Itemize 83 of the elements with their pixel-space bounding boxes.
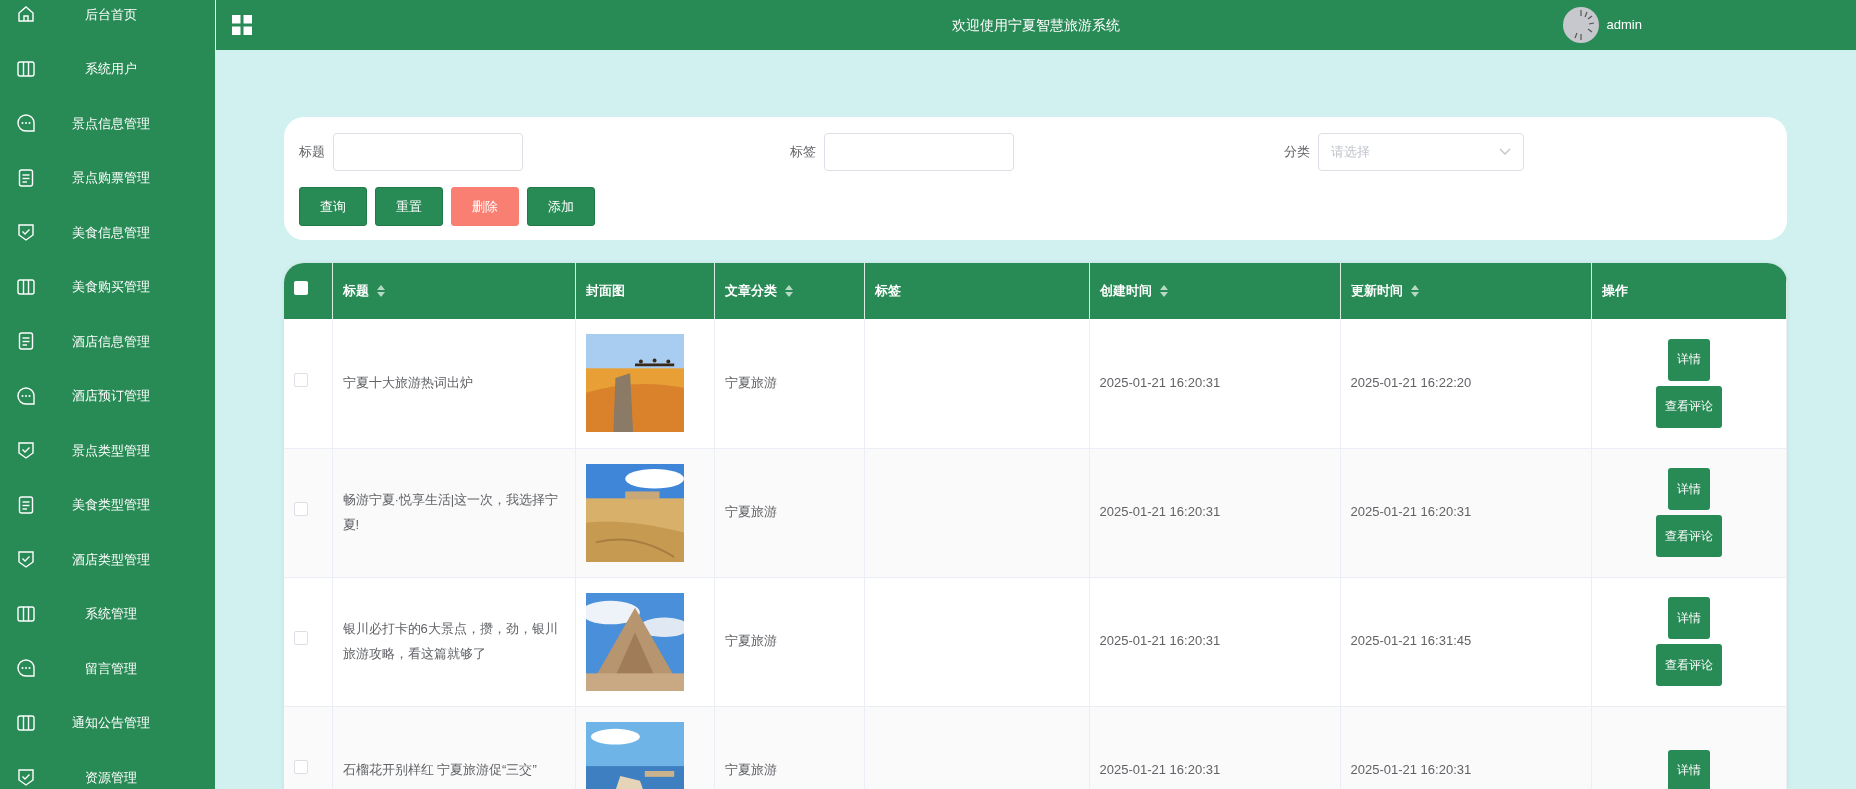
delete-button[interactable]: 删除 <box>451 187 519 226</box>
row-checkbox[interactable] <box>294 372 308 387</box>
field-label: 标题 <box>299 143 325 162</box>
article-title: 银川必打卡的6大景点，攒，劲，银川旅游攻略，看这篇就够了 <box>342 620 558 661</box>
category-text: 宁夏旅游 <box>724 504 777 520</box>
sidebar-item[interactable]: 景点信息管理 <box>0 96 215 151</box>
details-button[interactable]: 详情 <box>1667 597 1710 639</box>
columns-icon <box>16 712 36 733</box>
updated-time: 2025-01-21 16:20:31 <box>1350 762 1472 778</box>
columns-icon <box>16 603 36 624</box>
created-time: 2025-01-21 16:20:31 <box>1099 504 1221 520</box>
sidebar-item[interactable]: 美食类型管理 <box>0 477 215 532</box>
created-time: 2025-01-21 16:20:31 <box>1099 633 1221 649</box>
sort-icon[interactable] <box>784 285 793 297</box>
row-checkbox[interactable] <box>294 631 308 646</box>
document-icon <box>16 331 36 352</box>
sort-icon[interactable] <box>1410 285 1419 297</box>
column-header[interactable]: 文章分类 <box>724 281 777 301</box>
header-title: 欢迎使用宁夏智慧旅游系统 <box>952 16 1120 33</box>
shield-check-icon <box>16 222 36 243</box>
sort-icon[interactable] <box>376 285 385 297</box>
created-time: 2025-01-21 16:20:31 <box>1099 762 1221 778</box>
avatar-icon[interactable] <box>1562 7 1599 43</box>
updated-time: 2025-01-21 16:20:31 <box>1350 504 1472 520</box>
sidebar-item[interactable]: 美食购买管理 <box>0 259 215 314</box>
chevron-down-icon <box>1499 148 1511 156</box>
sidebar-item[interactable]: 留言管理 <box>0 641 215 696</box>
comments-button[interactable]: 查看评论 <box>1655 515 1722 557</box>
sidebar-item[interactable]: 景点类型管理 <box>0 423 215 478</box>
details-button[interactable]: 详情 <box>1667 338 1710 381</box>
grid-icon[interactable] <box>232 15 252 36</box>
category-text: 宁夏旅游 <box>724 633 777 649</box>
column-header: 操作 <box>1601 282 1628 301</box>
column-header[interactable]: 更新时间 <box>1350 281 1403 301</box>
columns-icon <box>16 58 36 79</box>
sidebar-item[interactable]: 酒店类型管理 <box>0 532 215 587</box>
chat-icon <box>16 113 36 134</box>
column-header[interactable]: 标题 <box>342 281 369 301</box>
sidebar-item[interactable]: 系统用户 <box>0 41 215 96</box>
created-time: 2025-01-21 16:20:31 <box>1099 374 1221 390</box>
sidebar-item[interactable]: 通知公告管理 <box>0 695 215 750</box>
row-checkbox[interactable] <box>294 760 308 775</box>
details-button[interactable]: 详情 <box>1667 749 1710 789</box>
column-header[interactable]: 创建时间 <box>1099 281 1152 301</box>
article-title: 宁夏十大旅游热词出炉 <box>342 374 473 390</box>
document-icon <box>16 494 36 515</box>
shield-check-icon <box>16 767 36 788</box>
sidebar-item[interactable]: 美食信息管理 <box>0 205 215 260</box>
sidebar-item[interactable]: 资源管理 <box>0 750 215 789</box>
updated-time: 2025-01-21 16:22:20 <box>1350 374 1472 390</box>
category-text: 宁夏旅游 <box>724 374 777 390</box>
column-header: 标签 <box>874 282 901 301</box>
document-icon <box>16 167 36 188</box>
sidebar-item[interactable]: 酒店预订管理 <box>0 368 215 423</box>
action-button[interactable]: 重置 <box>375 187 443 226</box>
field-label: 标签 <box>790 143 816 162</box>
username[interactable]: admin <box>1606 15 1642 35</box>
updated-time: 2025-01-21 16:31:45 <box>1350 633 1472 649</box>
category-text: 宁夏旅游 <box>724 762 777 778</box>
shield-check-icon <box>16 440 36 461</box>
sidebar-item[interactable]: 后台首页 <box>0 0 215 42</box>
sidebar-item[interactable]: 系统管理 <box>0 586 215 641</box>
sidebar-item[interactable]: 酒店信息管理 <box>0 314 215 369</box>
comments-button[interactable]: 查看评论 <box>1655 644 1722 686</box>
input-field[interactable] <box>824 133 1014 171</box>
row-checkbox[interactable] <box>294 502 308 517</box>
shield-check-icon <box>16 549 36 570</box>
details-button[interactable]: 详情 <box>1667 468 1710 510</box>
chat-icon <box>16 385 36 406</box>
article-title: 畅游宁夏·悦享生活|这一次，我选择宁夏! <box>342 491 559 532</box>
field-label: 分类 <box>1284 143 1310 162</box>
columns-icon <box>16 276 36 297</box>
sidebar-item[interactable]: 景点购票管理 <box>0 150 215 205</box>
sort-icon[interactable] <box>1159 285 1168 297</box>
article-title: 石榴花开别样红 宁夏旅游促“三交” <box>342 762 537 778</box>
column-header: 封面图 <box>585 282 625 301</box>
select-all-checkbox[interactable] <box>294 281 308 296</box>
chat-icon <box>16 658 36 679</box>
action-button[interactable]: 添加 <box>527 187 595 226</box>
home-icon <box>16 4 36 25</box>
input-field[interactable] <box>333 133 523 171</box>
comments-button[interactable]: 查看评论 <box>1655 385 1722 428</box>
action-button[interactable]: 查询 <box>299 187 367 226</box>
